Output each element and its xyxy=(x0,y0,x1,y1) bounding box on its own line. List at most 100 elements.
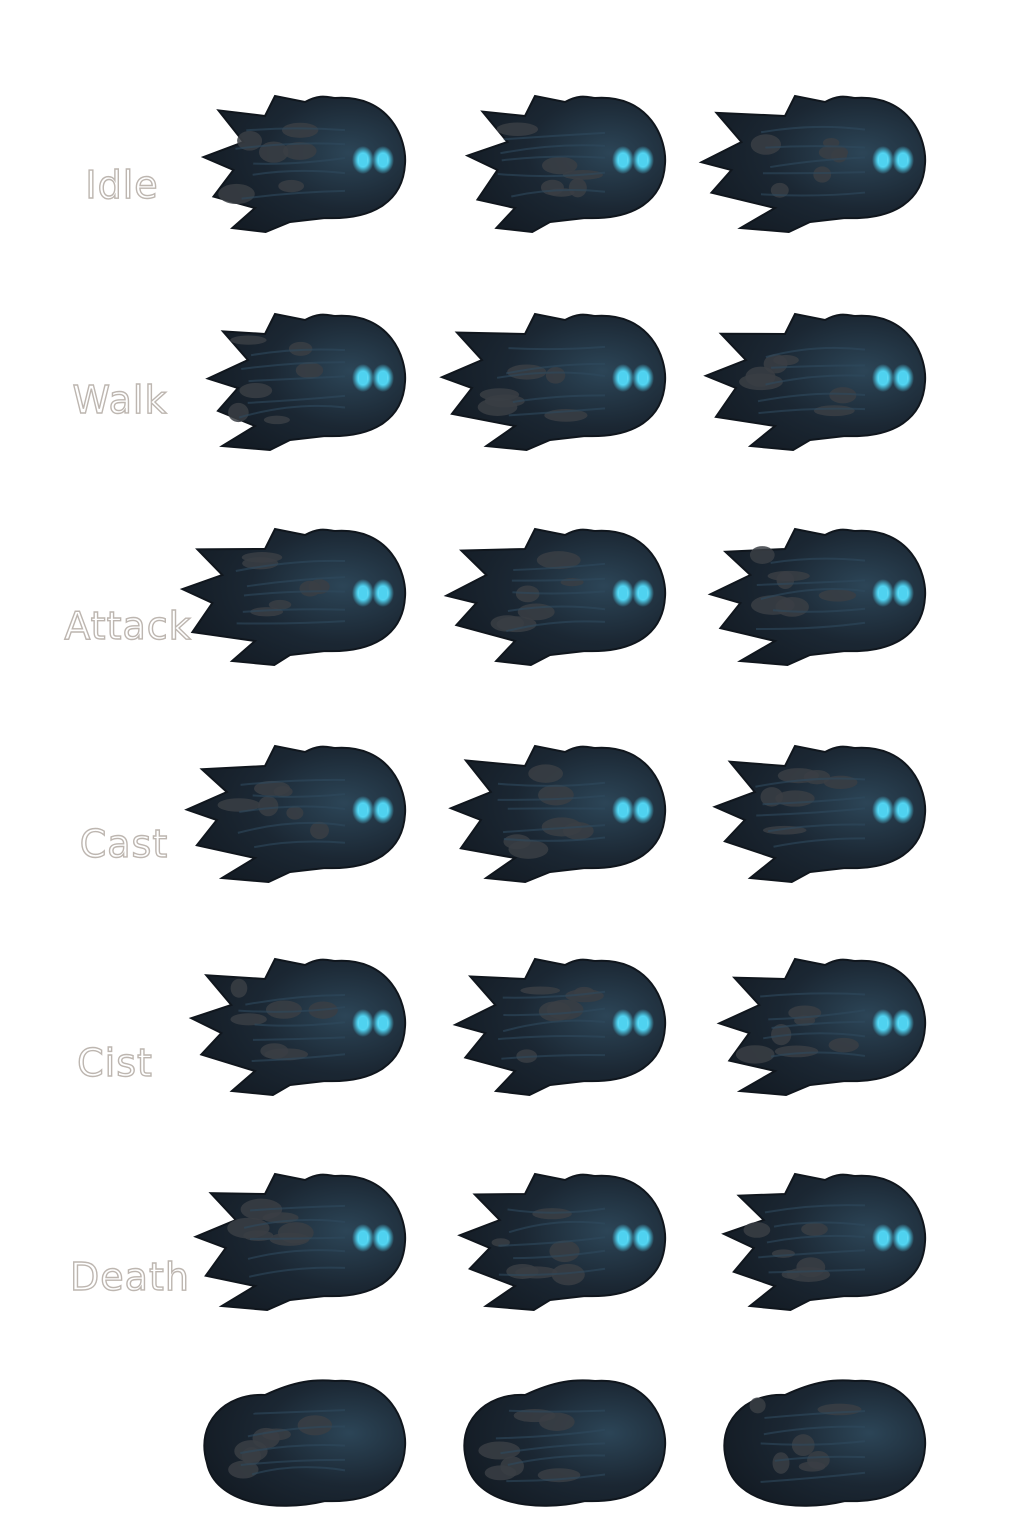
sprite-frame xyxy=(439,300,675,460)
shadow-wisp-sprite xyxy=(184,744,407,884)
shadow-patch xyxy=(541,156,578,175)
eye xyxy=(639,587,647,599)
eye xyxy=(899,154,907,166)
shadow-wisp-sprite xyxy=(721,1172,927,1312)
shadow-patch xyxy=(538,784,574,806)
eye xyxy=(359,804,367,816)
shadow-patch xyxy=(775,597,809,617)
shadow-patch xyxy=(281,122,319,138)
shadow-patch xyxy=(528,764,564,783)
sprite-frame xyxy=(195,82,415,242)
eye xyxy=(899,587,907,599)
shadow-patch xyxy=(538,1001,572,1022)
shadow-patch xyxy=(295,362,324,379)
shadow-patch xyxy=(500,1456,525,1477)
shadow-wisp-sprite xyxy=(203,1379,407,1507)
shadow-wisp-sprite xyxy=(457,1172,667,1312)
shadow-patch xyxy=(263,415,290,425)
shadow-patch xyxy=(562,822,594,840)
shadow-patch xyxy=(506,1264,539,1279)
shadow-patch xyxy=(228,402,249,423)
shadow-patch xyxy=(829,387,857,404)
sprite-frame xyxy=(452,945,675,1105)
shadow-patch xyxy=(297,1415,333,1436)
sprite-frame xyxy=(455,1160,675,1320)
shadow-patch xyxy=(230,335,267,345)
eye xyxy=(359,372,367,384)
shadow-wisp-sprite xyxy=(188,957,407,1097)
shadow-wisp-sprite xyxy=(698,94,927,234)
shadow-patch xyxy=(574,986,595,998)
sprite-frame xyxy=(455,1365,675,1525)
eye xyxy=(379,154,387,166)
sprite-frame xyxy=(715,1365,935,1525)
eye xyxy=(619,587,627,599)
eye xyxy=(359,1232,367,1244)
eye xyxy=(619,372,627,384)
sprite-frame xyxy=(179,515,415,675)
sprite-frame xyxy=(712,732,935,892)
sprite-frame xyxy=(184,732,415,892)
shadow-patch xyxy=(813,166,832,183)
row-label-idle: Idle xyxy=(85,163,159,207)
shadow-patch xyxy=(496,122,539,137)
eye xyxy=(359,1017,367,1029)
shadow-patch xyxy=(828,1037,859,1053)
eye xyxy=(899,372,907,384)
shadow-patch xyxy=(749,1397,766,1414)
shadow-wisp-sprite xyxy=(703,312,927,452)
shadow-patch xyxy=(241,552,283,563)
shadow-wisp-sprite xyxy=(448,744,667,884)
eye xyxy=(639,1017,647,1029)
sprite-frame xyxy=(715,1160,935,1320)
eye xyxy=(879,1017,887,1029)
eye xyxy=(639,1232,647,1244)
row-label-attack: Attack xyxy=(64,604,192,648)
shadow-wisp-sprite xyxy=(200,94,407,234)
eye xyxy=(619,804,627,816)
row-label-death: Death xyxy=(69,1255,190,1299)
shadow-wisp-sprite xyxy=(716,957,927,1097)
shadow-wisp-sprite xyxy=(452,957,667,1097)
eye xyxy=(639,372,647,384)
shadow-patch xyxy=(218,183,255,204)
eye xyxy=(899,804,907,816)
shadow-wisp-sprite xyxy=(205,312,407,452)
sprite-frame xyxy=(707,515,935,675)
shadow-patch xyxy=(772,1452,790,1474)
sprite-frame xyxy=(703,300,935,460)
shadow-wisp-sprite xyxy=(439,312,667,452)
shadow-wisp-sprite xyxy=(464,94,667,234)
eye xyxy=(879,372,887,384)
sprite-sheet: Idle Walk Attack Cast Cist Death xyxy=(0,0,1024,1536)
wisp-body xyxy=(203,1379,407,1507)
sprite-frame xyxy=(448,732,675,892)
shadow-wisp-sprite xyxy=(723,1379,927,1507)
shadow-patch xyxy=(299,580,321,597)
shadow-patch xyxy=(286,806,304,820)
eye xyxy=(879,804,887,816)
shadow-patch xyxy=(750,134,782,155)
shadow-patch xyxy=(278,179,305,193)
eye xyxy=(879,154,887,166)
sprite-frame xyxy=(443,515,675,675)
shadow-wisp-sprite xyxy=(193,1172,407,1312)
shadow-patch xyxy=(260,1043,289,1059)
shadow-patch xyxy=(813,405,855,417)
wisp-streak xyxy=(508,1409,606,1413)
sprite-frame xyxy=(195,1365,415,1525)
sprite-frame xyxy=(193,1160,415,1320)
eye xyxy=(379,372,387,384)
shadow-wisp-sprite xyxy=(179,527,407,667)
eye xyxy=(639,804,647,816)
eye xyxy=(619,154,627,166)
eye xyxy=(899,1017,907,1029)
shadow-patch xyxy=(773,354,799,366)
shadow-patch xyxy=(749,546,775,564)
wisp-streak xyxy=(762,171,866,175)
shadow-patch xyxy=(796,1257,826,1278)
sprite-frame xyxy=(195,300,415,460)
shadow-wisp-sprite xyxy=(463,1379,667,1507)
shadow-patch xyxy=(801,1222,828,1236)
eye xyxy=(619,1017,627,1029)
